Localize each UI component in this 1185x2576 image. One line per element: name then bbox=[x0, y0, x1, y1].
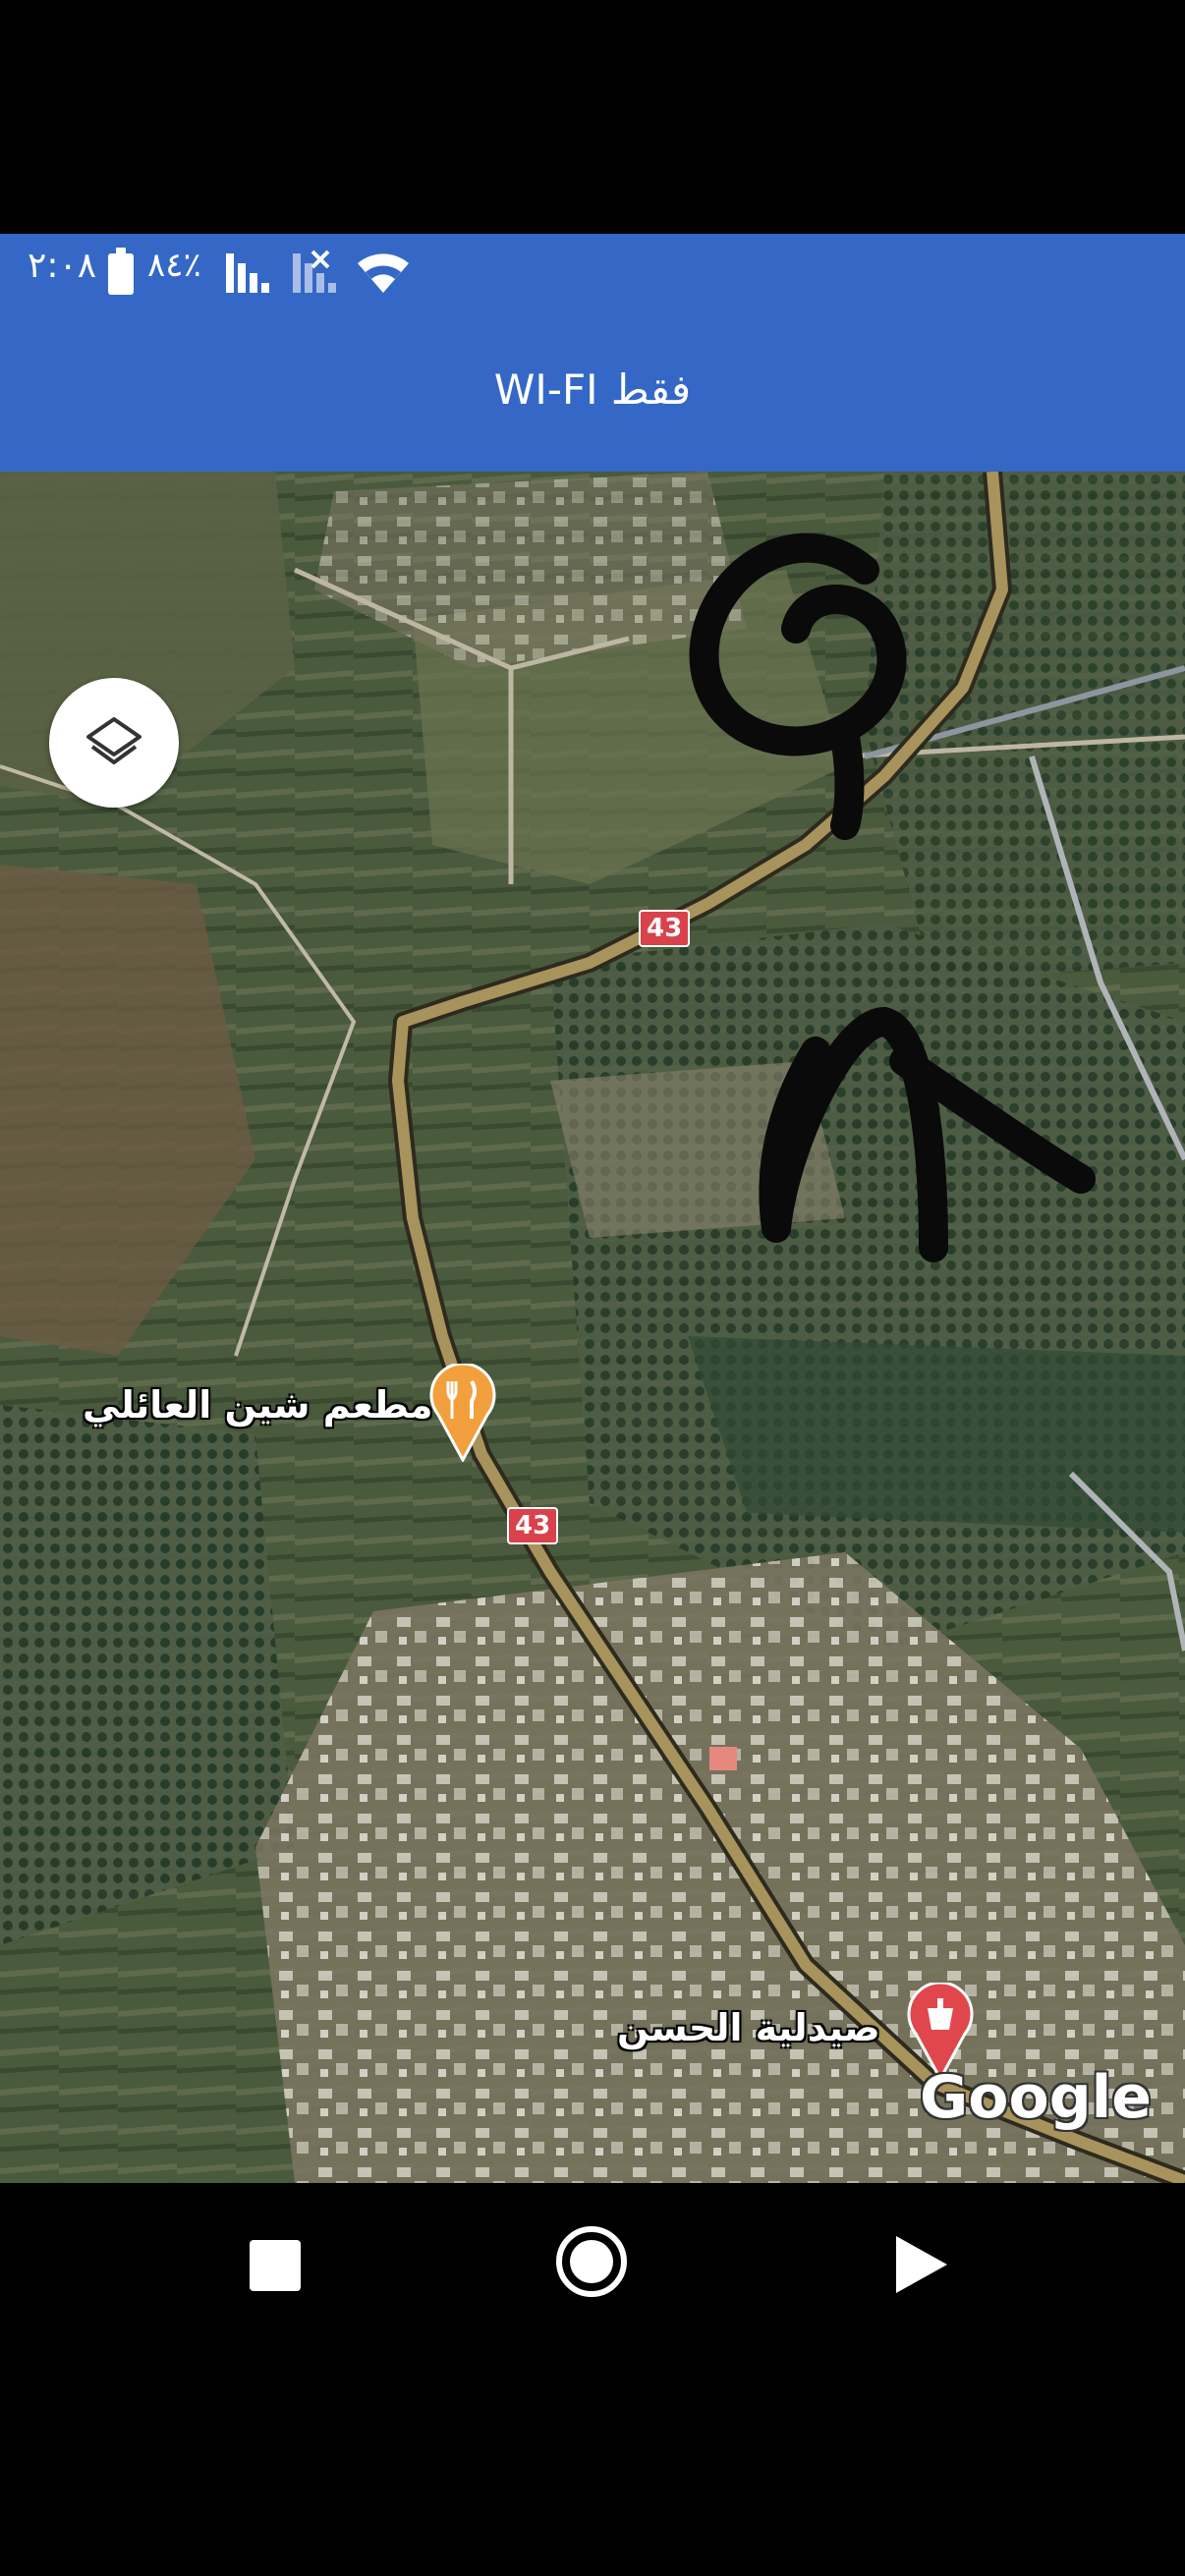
route-43-badge: 43 bbox=[507, 1507, 559, 1544]
battery-cap bbox=[116, 248, 126, 255]
home-inner-dot bbox=[570, 2240, 613, 2283]
satellite-imagery bbox=[0, 472, 1185, 2183]
restaurant-label[interactable]: مطعم شين العائلي bbox=[83, 1383, 433, 1427]
layers-button[interactable] bbox=[49, 678, 179, 808]
battery-percent: ٨٤٪ bbox=[147, 246, 201, 285]
pharmacy-label[interactable]: صيدلية الحسن bbox=[617, 2006, 880, 2049]
app-title: WI-FI فقط bbox=[493, 365, 692, 414]
home-icon[interactable] bbox=[556, 2226, 627, 2297]
top-black-area bbox=[0, 0, 1185, 234]
recent-apps-icon[interactable] bbox=[250, 2240, 301, 2291]
signal-no-sim-icon bbox=[293, 250, 336, 293]
battery-icon bbox=[108, 253, 134, 295]
google-attribution: Google bbox=[920, 2063, 1152, 2132]
signal-icon bbox=[226, 253, 269, 293]
satellite-map[interactable]: 43 43 مطعم شين العائلي صيدلية الحسن Goog… bbox=[0, 472, 1185, 2183]
route-43-badge: 43 bbox=[639, 910, 691, 947]
back-icon[interactable] bbox=[892, 2232, 951, 2297]
layers-icon bbox=[86, 717, 141, 764]
status-time: ٢:٠٨ bbox=[28, 246, 97, 286]
restaurant-icon bbox=[429, 1362, 496, 1464]
restaurant-pin[interactable] bbox=[428, 1362, 497, 1464]
wifi-icon bbox=[358, 253, 409, 293]
